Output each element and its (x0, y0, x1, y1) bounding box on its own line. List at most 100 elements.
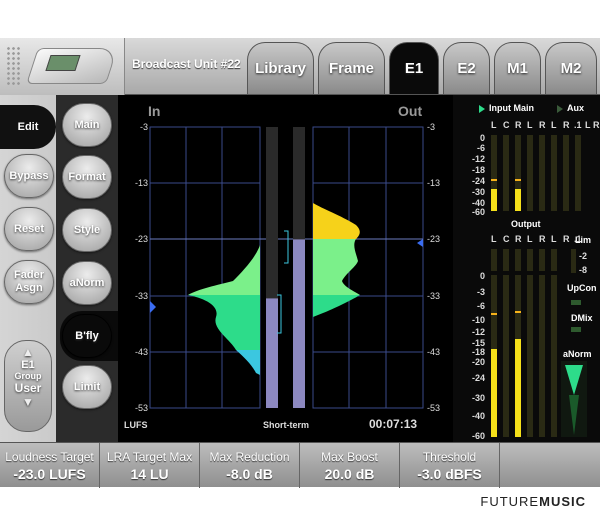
scale-tick-left: -53 (134, 403, 148, 413)
parameter-bar: Loudness Target -23.0 LUFS LRA Target Ma… (0, 442, 600, 488)
top-bar: Broadcast Unit #22 Library Frame E1 E2 M… (0, 38, 600, 95)
output-scale-tick: -60 (471, 431, 485, 441)
upcon-indicator (571, 300, 581, 305)
short-term-label: Short-term (263, 420, 310, 430)
brand-logo: FUTUREMUSIC (480, 494, 586, 509)
channel-label: L (527, 120, 533, 130)
upcon-label: UpCon (567, 283, 597, 293)
channel-label: C (503, 234, 510, 244)
channel-label: L (551, 234, 557, 244)
scale-tick-right: -23 (427, 234, 441, 244)
tab-frame[interactable]: Frame (318, 42, 385, 94)
group-label: Group (14, 371, 42, 381)
param-threshold[interactable]: Threshold -3.0 dBFS (400, 443, 500, 488)
input-level-marker (150, 301, 156, 313)
bfly-button[interactable]: B'fly (62, 314, 112, 358)
input-histogram-lower (236, 350, 260, 375)
tab-m2[interactable]: M2 (545, 42, 597, 94)
aux-label[interactable]: Aux (567, 103, 584, 113)
input-scale-tick: -6 (476, 143, 485, 153)
output-peak-hold-l (491, 313, 497, 315)
scale-tick-right: -43 (427, 347, 441, 357)
channel-label: R (563, 234, 570, 244)
input-scale-tick: -12 (471, 154, 485, 164)
output-scale-tick: -40 (471, 411, 485, 421)
input-scale-tick: -24 (471, 176, 485, 186)
speaker-grille-icon (6, 46, 20, 86)
output-scale-tick: -20 (471, 357, 485, 367)
input-peak-hold-l (491, 179, 497, 181)
input-histogram-main (188, 295, 260, 350)
group-selector[interactable]: ▲ E1 Group User ▼ (4, 340, 52, 432)
butterfly-graph (149, 126, 424, 409)
param-label: Loudness Target (5, 450, 94, 464)
param-label: LRA Target Max (106, 450, 193, 464)
input-scale-tick: -18 (471, 165, 485, 175)
style-button[interactable]: Style (62, 208, 112, 252)
scale-tick-right: -13 (427, 178, 441, 188)
channel-label: L (491, 234, 497, 244)
output-scale-tick: -10 (471, 315, 485, 325)
scale-tick-left: -23 (134, 234, 148, 244)
scale-tick-right: -3 (427, 122, 436, 132)
param-value: 14 LU (130, 466, 169, 482)
output-scale-tick: -3 (476, 287, 485, 297)
output-scale-tick: 0 (479, 271, 485, 281)
arrow-up-icon[interactable]: ▲ (5, 345, 51, 359)
limiter-meter (571, 249, 576, 273)
param-value: -3.0 dBFS (417, 466, 482, 482)
param-loudness-target[interactable]: Loudness Target -23.0 LUFS (0, 443, 100, 488)
tab-e2[interactable]: E2 (443, 42, 490, 94)
channel-label: R (593, 120, 600, 130)
bypass-button[interactable]: Bypass (4, 154, 54, 198)
param-value: 20.0 dB (324, 466, 375, 482)
output-scale-tick: -30 (471, 393, 485, 403)
meter-section: Input Main Aux L C R L R L R .1 L R 0 -6… (453, 95, 600, 442)
param-value: -23.0 LUFS (13, 466, 86, 482)
output-histogram-lower (313, 295, 360, 317)
short-term-bar-left (266, 298, 278, 408)
in-label: In (148, 103, 161, 119)
arrow-down-icon[interactable]: ▼ (5, 395, 51, 409)
output-meter-level-r (515, 339, 521, 437)
scale-tick-left: -13 (134, 178, 148, 188)
param-lra-target-max[interactable]: LRA Target Max 14 LU (100, 443, 200, 488)
param-max-reduction[interactable]: Max Reduction -8.0 dB (200, 443, 300, 488)
dmix-indicator (571, 327, 581, 332)
reset-button[interactable]: Reset (4, 207, 54, 251)
scale-tick-right: -33 (427, 291, 441, 301)
param-label: Threshold (422, 450, 477, 464)
channel-label: R (539, 120, 546, 130)
fader-assign-button[interactable]: Fader Asgn (4, 260, 54, 304)
main-button[interactable]: Main (62, 103, 112, 147)
anorm-button[interactable]: aNorm (62, 261, 112, 305)
scale-tick-left: -33 (134, 291, 148, 301)
output-title: Output (511, 219, 541, 229)
param-label: Max Boost (321, 450, 378, 464)
channel-label: L (585, 120, 591, 130)
anorm-label: aNorm (563, 349, 592, 359)
input-peak-hold-r (515, 179, 521, 181)
tab-m1[interactable]: M1 (494, 42, 541, 94)
aux-unselected-icon (557, 105, 563, 113)
scale-tick-right: -53 (427, 403, 441, 413)
loudness-display: In Out -3 -13 -23 -33 -43 -53 -3 -13 -23… (118, 95, 600, 442)
tab-e1[interactable]: E1 (389, 42, 439, 94)
input-meter-level-l (491, 189, 497, 211)
left-panel: Edit Bypass Reset Fader Asgn Main Format… (0, 95, 118, 442)
param-max-boost[interactable]: Max Boost 20.0 dB (300, 443, 400, 488)
tab-library[interactable]: Library (247, 42, 314, 94)
input-histogram-upper (188, 245, 260, 295)
channel-label: R (539, 234, 546, 244)
format-button[interactable]: Format (62, 155, 112, 199)
device-thumbnail[interactable] (0, 38, 125, 95)
channel-label: L (527, 234, 533, 244)
input-scale-tick: 0 (479, 133, 485, 143)
limit-button[interactable]: Limit (62, 365, 112, 409)
edit-button[interactable]: Edit (0, 105, 56, 149)
lim-scale-tick: -8 (579, 265, 588, 275)
channel-label: .1 (574, 120, 582, 130)
input-main-label[interactable]: Input Main (489, 103, 534, 113)
elapsed-timer: 00:07:13 (369, 417, 418, 431)
lufs-label: LUFS (124, 420, 148, 430)
